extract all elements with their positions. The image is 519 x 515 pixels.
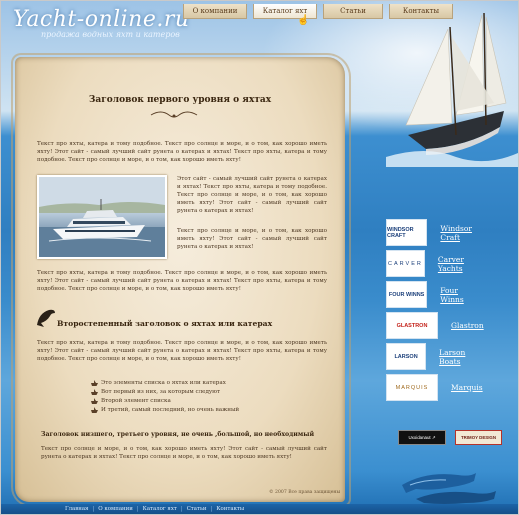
partner-row: GLASTRON Glastron — [386, 312, 484, 339]
heading-level-1: Заголовок первого уровня о яхтах — [88, 95, 272, 105]
larson-logo[interactable]: LARSON — [386, 343, 427, 370]
footer-link-contacts[interactable]: Контакты — [216, 506, 244, 512]
partner-row: LARSON Larson Boats — [386, 343, 477, 370]
developer-badge[interactable]: Uxoidanaut ↗ — [398, 430, 446, 445]
list-item: Вот первый из них, за которым следуют — [91, 387, 239, 396]
boat-bullet-icon — [91, 388, 98, 395]
footer-navigation: Главная | О компании | Каталог яхт | Ста… — [1, 504, 518, 514]
nav-tab-about[interactable]: О компании — [183, 4, 247, 19]
windsor-craft-logo[interactable]: WINDSOR CRAFT — [386, 219, 428, 246]
partner-row: WINDSOR CRAFT Windsor Craft — [386, 219, 483, 246]
partner-link-carver-yachts[interactable]: Carver Yachts — [438, 255, 477, 273]
partner-link-marquis[interactable]: Marquis — [451, 383, 483, 392]
heading-level-2: Второстепенный заголовок о яхтах или кат… — [57, 319, 273, 328]
dolphin-icon — [37, 309, 55, 327]
footer-separator: | — [92, 506, 95, 512]
marquis-logo[interactable]: MARQUIS — [386, 374, 438, 401]
partner-link-glastron[interactable]: Glastron — [451, 321, 484, 330]
boat-bullet-icon — [91, 406, 98, 413]
footer-separator: | — [180, 506, 183, 512]
boat-bullet-icon — [91, 379, 98, 386]
glastron-logo[interactable]: GLASTRON — [386, 312, 438, 339]
credit-badges: Uxoidanaut ↗ TRIMOY DESIGN — [398, 430, 502, 445]
paragraph-secondary: Текст про яхты, катера и тому подобное. … — [37, 340, 327, 362]
partner-link-windsor-craft[interactable]: Windsor Craft — [440, 224, 482, 242]
footer-link-articles[interactable]: Статьи — [187, 506, 207, 512]
paragraph-tertiary: Текст про солнце и море, и о том, как хо… — [41, 446, 327, 460]
footer-separator: | — [136, 506, 139, 512]
site-logo[interactable]: Yacht-online.ru продажа водных яхт и кат… — [13, 7, 190, 39]
sailing-ship-icon — [386, 12, 518, 167]
paragraph-beside-photo-1: Этот сайт - самый лучший сайт рунета о к… — [177, 176, 327, 214]
ornament-divider-icon — [150, 111, 198, 118]
footer-link-home[interactable]: Главная — [65, 506, 88, 512]
logo-title: Yacht-online.ru — [13, 7, 190, 32]
boat-bullet-icon — [91, 397, 98, 404]
paragraph-beside-photo-2: Текст про солнце и море, и о том, как хо… — [177, 228, 327, 250]
dolphins-icon — [402, 473, 496, 504]
list-item-text: Это элементы списка о яхтах или катерах — [101, 379, 226, 386]
page-frame: Yacht-online.ru продажа водных яхт и кат… — [0, 0, 519, 515]
partner-row: FOUR WINNS Four Winns — [386, 281, 474, 308]
designer-badge[interactable]: TRIMOY DESIGN — [455, 430, 502, 445]
carver-logo[interactable]: CARVER — [386, 250, 425, 277]
copyright-text: © 2007 Все права защищены — [269, 490, 341, 495]
list-item-text: И третий, самый последний, но очень важн… — [101, 406, 240, 413]
list-item: Это элементы списка о яхтах или катерах — [91, 378, 239, 387]
logo-slogan: продажа водных яхт и катеров — [41, 30, 180, 39]
partner-link-four-winns[interactable]: Four Winns — [440, 286, 474, 304]
paragraph-main: Текст про яхты, катера и тому подобное. … — [37, 270, 327, 292]
partner-row: MARQUIS Marquis — [386, 374, 483, 401]
nav-tab-articles[interactable]: Статьи — [323, 4, 383, 19]
footer-link-catalog[interactable]: Каталог яхт — [143, 506, 177, 512]
bullet-list: Это элементы списка о яхтах или катерах … — [91, 378, 239, 414]
list-item: Второй элемент списка — [91, 396, 239, 405]
list-item: И третий, самый последний, но очень важн… — [91, 405, 239, 414]
partner-link-larson-boats[interactable]: Larson Boats — [439, 348, 477, 366]
partner-row: CARVER Carver Yachts — [386, 250, 477, 277]
footer-link-about[interactable]: О компании — [98, 506, 133, 512]
mouse-cursor-icon: ☝ — [297, 15, 310, 26]
yacht-photo — [37, 175, 167, 259]
paragraph-intro: Текст про яхты, катера и тому подобное. … — [37, 141, 327, 163]
list-item-text: Вот первый из них, за которым следуют — [101, 388, 221, 395]
four-winns-logo[interactable]: FOUR WINNS — [386, 281, 428, 308]
list-item-text: Второй элемент списка — [101, 397, 171, 404]
footer-separator: | — [210, 506, 213, 512]
heading-level-3: Заголовок низшего, третьего уровня, не о… — [41, 431, 315, 438]
